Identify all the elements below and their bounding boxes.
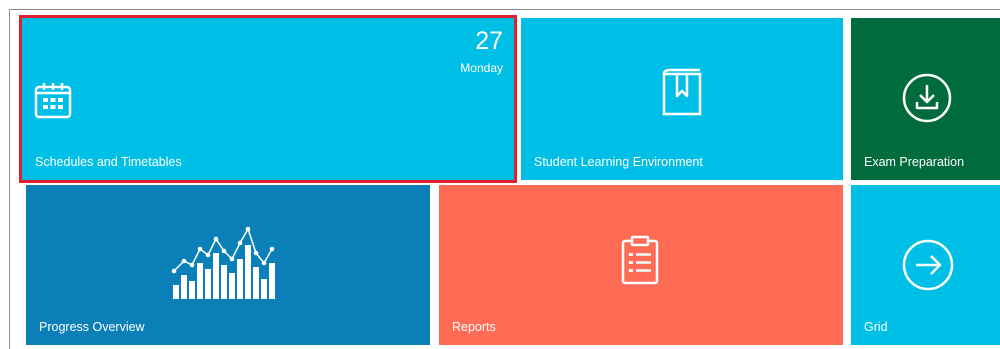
tile-label-exam: Exam Preparation — [864, 155, 965, 169]
tile-label-grid: Grid — [864, 320, 888, 334]
arrow-right-circle-icon — [902, 239, 954, 291]
tile-exam-preparation[interactable]: Exam Preparation — [851, 18, 1000, 180]
download-circle-icon — [902, 73, 952, 123]
bar-line-chart-icon — [171, 226, 275, 299]
tile-label-schedules: Schedules and Timetables — [35, 155, 182, 169]
tile-student-learning-environment[interactable]: Student Learning Environment — [521, 18, 843, 180]
clipboard-list-icon — [621, 235, 659, 285]
date-number: 27 — [475, 27, 503, 55]
tile-label-sle: Student Learning Environment — [534, 155, 703, 169]
tile-label-reports: Reports — [452, 320, 496, 334]
book-icon — [662, 68, 702, 116]
date-day: Monday — [460, 61, 503, 75]
tile-label-progress: Progress Overview — [39, 320, 145, 334]
tile-reports[interactable]: Reports — [439, 185, 843, 345]
calendar-icon — [34, 83, 72, 119]
tile-grid[interactable]: Grid — [851, 185, 1000, 345]
tile-progress-overview[interactable]: Progress Overview — [26, 185, 430, 345]
tile-schedules-and-timetables[interactable]: 27 Monday Schedules and Timetables — [19, 15, 517, 183]
